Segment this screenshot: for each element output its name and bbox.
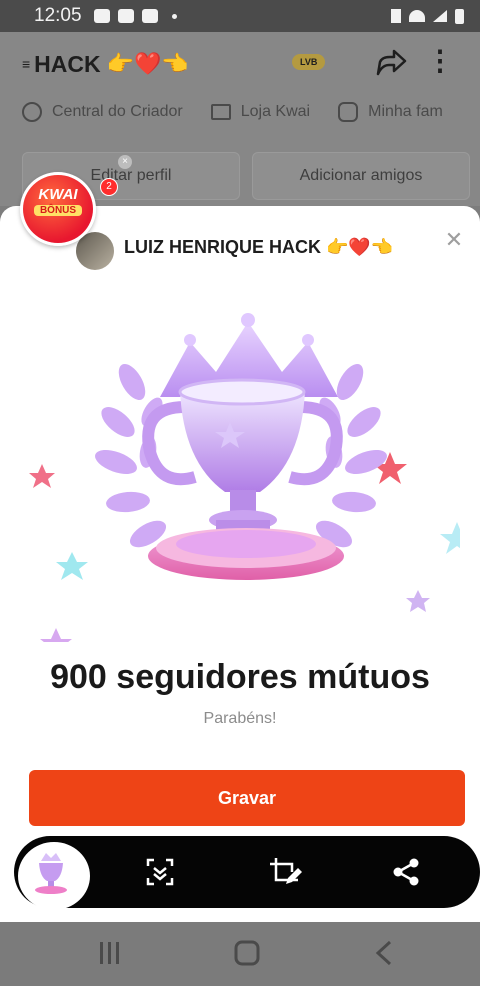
screenshot-toolbar	[14, 836, 480, 910]
crop-edit-icon[interactable]	[266, 854, 302, 890]
bonus-title: KWAI	[38, 186, 78, 203]
recent-apps-icon[interactable]	[98, 940, 122, 971]
screenshot-thumbnail[interactable]	[18, 842, 90, 910]
profile-title: HACK	[34, 50, 101, 77]
record-button[interactable]: Gravar	[29, 770, 465, 826]
add-friends-button[interactable]: Adicionar amigos	[252, 152, 470, 200]
link-kwai-shop[interactable]: Loja Kwai	[210, 102, 310, 122]
achievement-headline: 900 seguidores mútuos	[50, 658, 430, 696]
menu-icon[interactable]: ≡	[22, 56, 30, 72]
gallery-notification-icon	[93, 9, 110, 23]
back-icon[interactable]	[374, 940, 394, 971]
link-my-family[interactable]: Minha fam	[338, 102, 443, 122]
achievement-subtitle: Parabéns!	[203, 710, 277, 727]
user-name: LUIZ HENRIQUE HACK 👉❤️👈	[124, 237, 394, 257]
youtube-notification-icon	[117, 9, 134, 23]
bonus-subtitle: BÔNUS	[34, 205, 82, 216]
status-bar: 12:05	[0, 0, 480, 32]
trophy-illustration	[29, 313, 460, 642]
close-icon[interactable]: ✕	[442, 228, 466, 252]
wifi-icon	[409, 10, 425, 22]
level-badge: LVB	[292, 54, 326, 70]
bonus-close-icon[interactable]: ×	[118, 155, 132, 169]
kwai-bonus-badge[interactable]: KWAI BÔNUS 2 ×	[20, 155, 132, 246]
status-time: 12:05	[34, 5, 82, 26]
achievement-modal: LUIZ HENRIQUE HACK 👉❤️👈 ✕ 900 seguidores…	[0, 206, 480, 922]
battery-icon	[455, 8, 464, 24]
mute-icon	[391, 9, 401, 23]
title-emoji: 👉❤️👈	[106, 51, 189, 76]
creator-center-icon	[22, 102, 42, 122]
more-options-icon[interactable]: ⋮	[426, 46, 454, 76]
scroll-capture-icon[interactable]	[142, 854, 178, 890]
system-nav-bar	[0, 922, 480, 986]
more-notifications-icon	[171, 13, 177, 19]
family-icon	[338, 102, 359, 122]
share-icon[interactable]	[388, 854, 424, 890]
home-icon[interactable]	[234, 940, 260, 971]
bonus-count-badge: 2	[100, 178, 118, 196]
signal-icon	[433, 10, 447, 22]
share-profile-icon[interactable]	[374, 48, 408, 83]
creator-links: Central do Criador Loja Kwai Minha fam	[22, 102, 443, 122]
profile-header: ≡ HACK 👉❤️👈 LVB ⋮	[22, 46, 460, 82]
shop-cart-icon	[210, 104, 231, 120]
link-creator-center[interactable]: Central do Criador	[22, 102, 183, 122]
youtube-notification-icon-2	[141, 9, 158, 23]
